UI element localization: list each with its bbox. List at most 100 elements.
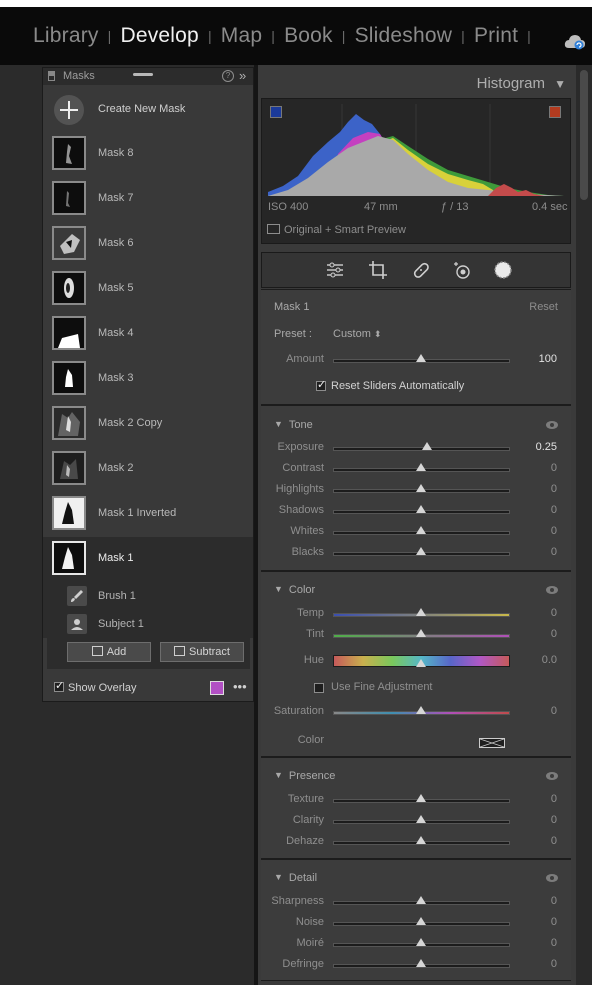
overlay-color-swatch[interactable] xyxy=(210,681,224,695)
slider-thumb[interactable] xyxy=(415,354,426,362)
collapse-triangle-icon[interactable]: ▼ xyxy=(554,77,566,91)
slider-moir[interactable]: Moiré 0 xyxy=(261,934,571,955)
mask-item-selected[interactable]: Mask 1 xyxy=(43,537,253,582)
slider-thumb[interactable] xyxy=(415,938,426,946)
slider-thumb[interactable] xyxy=(415,896,426,904)
slider-value[interactable]: 0 xyxy=(551,483,557,495)
slider-blacks[interactable]: Blacks 0 xyxy=(261,543,571,564)
mask-item[interactable]: Mask 6 xyxy=(43,222,253,267)
edit-sliders-icon[interactable] xyxy=(324,259,346,281)
mask-item[interactable]: Mask 5 xyxy=(43,267,253,312)
slider-thumb[interactable] xyxy=(415,836,426,844)
slider-thumb[interactable] xyxy=(415,463,426,471)
tone-header[interactable]: ▼ Tone xyxy=(274,419,313,431)
slider-thumb[interactable] xyxy=(421,442,432,450)
slider-thumb[interactable] xyxy=(415,794,426,802)
healing-icon[interactable] xyxy=(410,259,432,281)
plus-icon[interactable] xyxy=(54,95,84,125)
slider-value[interactable]: 0 xyxy=(551,814,557,826)
module-book[interactable]: Book xyxy=(284,24,333,48)
create-new-mask-button[interactable]: Create New Mask xyxy=(43,90,253,130)
slider-value[interactable]: 0 xyxy=(551,546,557,558)
slider-value[interactable]: 0.0 xyxy=(542,654,557,666)
slider-value[interactable]: 0 xyxy=(551,628,557,640)
module-develop[interactable]: Develop xyxy=(120,24,198,48)
module-library[interactable]: Library xyxy=(33,24,99,48)
slider-thumb[interactable] xyxy=(415,526,426,534)
slider-thumb[interactable] xyxy=(415,608,426,616)
module-print[interactable]: Print xyxy=(474,24,518,48)
mask-component-brush[interactable]: Brush 1 xyxy=(43,582,253,610)
mask-item[interactable]: Mask 7 xyxy=(43,177,253,222)
slider-clarity[interactable]: Clarity 0 xyxy=(261,811,571,832)
shadow-clipping-icon[interactable] xyxy=(270,106,282,118)
slider-sharpness[interactable]: Sharpness 0 xyxy=(261,892,571,913)
subtract-button[interactable]: Subtract xyxy=(160,642,244,662)
eye-icon[interactable] xyxy=(546,772,558,780)
presence-header[interactable]: ▼ Presence xyxy=(274,770,335,782)
slider-thumb[interactable] xyxy=(415,659,426,667)
slider-value[interactable]: 0 xyxy=(551,462,557,474)
reset-sliders-checkbox[interactable] xyxy=(316,378,326,391)
slider-dehaze[interactable]: Dehaze 0 xyxy=(261,832,571,853)
module-slideshow[interactable]: Slideshow xyxy=(355,24,453,48)
masking-icon[interactable] xyxy=(492,259,514,281)
slider-whites[interactable]: Whites 0 xyxy=(261,522,571,543)
slider-tint[interactable]: Tint 0 xyxy=(261,625,571,646)
slider-thumb[interactable] xyxy=(415,706,426,714)
fine-adjustment-checkbox[interactable] xyxy=(314,683,324,693)
slider-saturation[interactable]: Saturation 0 xyxy=(261,702,571,723)
red-eye-icon[interactable] xyxy=(452,259,474,281)
slider-value[interactable]: 0 xyxy=(551,835,557,847)
mask-component-subject[interactable]: Subject 1 xyxy=(43,610,253,638)
color-header[interactable]: ▼ Color xyxy=(274,584,315,596)
scrollbar-thumb[interactable] xyxy=(580,70,588,200)
collapse-chevron-icon[interactable]: » xyxy=(239,68,246,83)
slider-thumb[interactable] xyxy=(415,547,426,555)
crop-icon[interactable] xyxy=(367,259,389,281)
slider-exposure[interactable]: Exposure 0.25 xyxy=(261,438,571,459)
help-icon[interactable]: ? xyxy=(222,70,234,82)
eye-icon[interactable] xyxy=(546,874,558,882)
slider-value[interactable]: 0 xyxy=(551,525,557,537)
slider-value[interactable]: 100 xyxy=(539,353,557,365)
slider-value[interactable]: 0 xyxy=(551,916,557,928)
slider-value[interactable]: 0 xyxy=(551,793,557,805)
slider-value[interactable]: 0.25 xyxy=(536,441,557,453)
slider-hue[interactable]: Hue 0.0 xyxy=(261,651,571,672)
mask-item[interactable]: Mask 8 xyxy=(43,132,253,177)
slider-highlights[interactable]: Highlights 0 xyxy=(261,480,571,501)
module-map[interactable]: Map xyxy=(221,24,262,48)
mask-item[interactable]: Mask 1 Inverted xyxy=(43,492,253,537)
preset-dropdown[interactable]: Custom ⬍ xyxy=(333,328,382,340)
drag-handle[interactable] xyxy=(133,73,153,76)
reset-button[interactable]: Reset xyxy=(529,301,558,313)
mask-item[interactable]: Mask 3 xyxy=(43,357,253,402)
slider-thumb[interactable] xyxy=(415,917,426,925)
slider-noise[interactable]: Noise 0 xyxy=(261,913,571,934)
slider-value[interactable]: 0 xyxy=(551,958,557,970)
panel-toggle-icon[interactable] xyxy=(48,71,55,81)
slider-thumb[interactable] xyxy=(415,484,426,492)
mask-item[interactable]: Mask 4 xyxy=(43,312,253,357)
slider-shadows[interactable]: Shadows 0 xyxy=(261,501,571,522)
slider-thumb[interactable] xyxy=(415,815,426,823)
histogram-graph[interactable] xyxy=(268,104,564,196)
slider-value[interactable]: 0 xyxy=(551,937,557,949)
add-button[interactable]: Add xyxy=(67,642,151,662)
color-swatch-empty-icon[interactable] xyxy=(479,738,505,748)
slider-amount[interactable]: Amount 100 xyxy=(261,350,571,371)
mask-item[interactable]: Mask 2 xyxy=(43,447,253,492)
slider-contrast[interactable]: Contrast 0 xyxy=(261,459,571,480)
slider-value[interactable]: 0 xyxy=(551,895,557,907)
slider-value[interactable]: 0 xyxy=(551,607,557,619)
histogram-header[interactable]: Histogram ▼ xyxy=(258,71,576,93)
more-options-icon[interactable]: ••• xyxy=(233,679,247,694)
cloud-sync-icon[interactable] xyxy=(564,34,586,50)
slider-texture[interactable]: Texture 0 xyxy=(261,790,571,811)
slider-value[interactable]: 0 xyxy=(551,504,557,516)
eye-icon[interactable] xyxy=(546,586,558,594)
highlight-clipping-icon[interactable] xyxy=(549,106,561,118)
slider-thumb[interactable] xyxy=(415,629,426,637)
show-overlay-checkbox[interactable] xyxy=(54,679,64,692)
